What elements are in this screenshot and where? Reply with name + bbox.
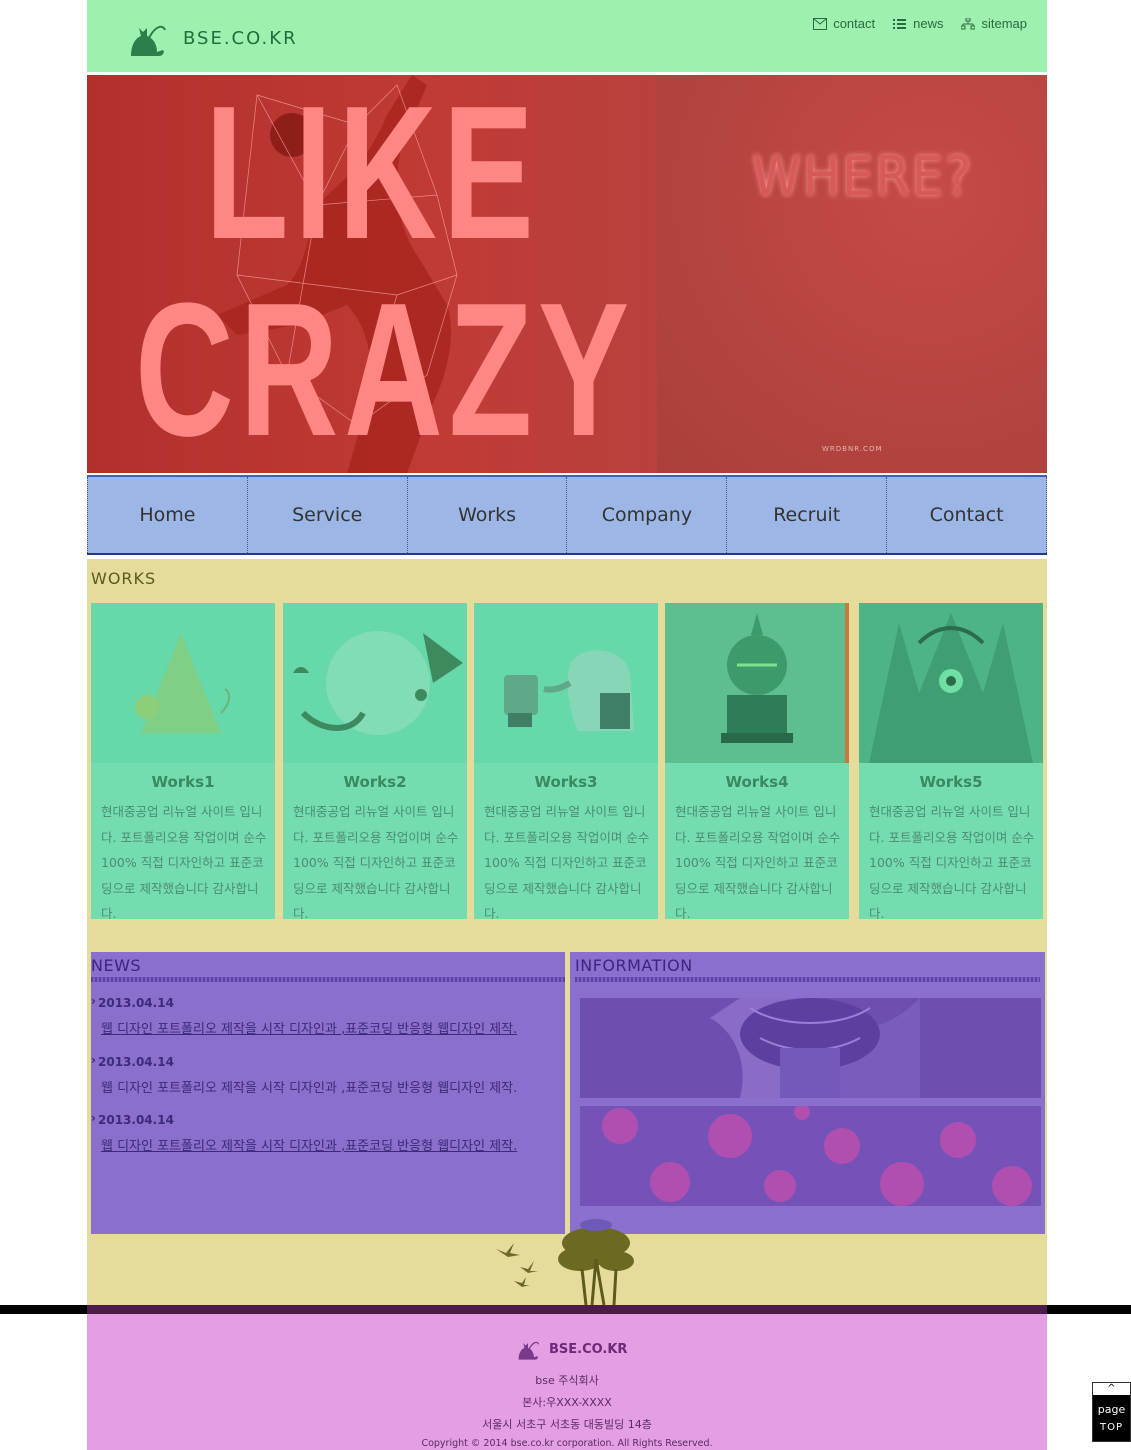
banner-right-panel bbox=[657, 75, 1047, 473]
work-description: 현대중공업 리뉴얼 사이트 입니다. 포트폴리오용 작업이며 순수 100% 직… bbox=[101, 804, 267, 919]
work-title: Works5 bbox=[919, 773, 983, 791]
work-title: Works2 bbox=[343, 773, 407, 791]
work-card-4[interactable]: Works4 현대중공업 리뉴얼 사이트 입니다. 포트폴리오용 작업이며 순수… bbox=[665, 603, 849, 919]
nav-item-recruit[interactable]: Recruit bbox=[727, 477, 888, 553]
footer-top-bar bbox=[0, 1305, 1131, 1314]
content-area: WORKS Works1 현대중공업 리뉴얼 사이트 입니다. 포트폴리오용 작… bbox=[87, 559, 1047, 1305]
sea-creature-image bbox=[293, 631, 463, 735]
work-thumbnail[interactable] bbox=[859, 603, 1043, 763]
site-logo[interactable]: BSE.CO.KR bbox=[125, 16, 345, 60]
site-footer: BSE.CO.KR bse 주식회사 본사:우XXX-XXXX 서울시 서초구 … bbox=[87, 1314, 1047, 1450]
contact-link[interactable]: contact bbox=[813, 16, 875, 31]
footer-logo-text: BSE.CO.KR bbox=[549, 1341, 628, 1357]
news-link[interactable]: 웹 디자인 포트폴리오 제작을 시작 디자인과 ,표준코딩 반응형 웹디자인 제… bbox=[91, 1018, 565, 1037]
footer-copyright: Copyright © 2014 bse.co.kr corporation. … bbox=[421, 1438, 713, 1449]
work-description: 현대중공업 리뉴얼 사이트 입니다. 포트폴리오용 작업이며 순수 100% 직… bbox=[484, 804, 650, 919]
news-item[interactable]: 2013.04.14 웹 디자인 포트폴리오 제작을 시작 디자인과 ,표준코딩… bbox=[91, 1111, 565, 1154]
abstract-flower-image bbox=[580, 998, 1041, 1098]
news-date: 2013.04.14 bbox=[91, 994, 565, 1010]
work-title: Works1 bbox=[151, 773, 215, 791]
news-divider bbox=[91, 977, 565, 982]
news-link[interactable]: 웹 디자인 포트폴리오 제작을 시작 디자인과 ,표준코딩 반응형 웹디자인 제… bbox=[91, 1135, 565, 1154]
work-card-1[interactable]: Works1 현대중공업 리뉴얼 사이트 입니다. 포트폴리오용 작업이며 순수… bbox=[91, 603, 275, 919]
sitemap-icon bbox=[961, 17, 976, 29]
footer-logo[interactable]: BSE.CO.KR bbox=[515, 1336, 627, 1362]
work-description: 현대중공업 리뉴얼 사이트 입니다. 포트폴리오용 작업이며 순수 100% 직… bbox=[293, 804, 459, 919]
work-title: Works3 bbox=[534, 773, 598, 791]
info-banner-1[interactable] bbox=[580, 998, 1041, 1098]
work-description: 현대중공업 리뉴얼 사이트 입니다. 포트폴리오용 작업이며 순수 100% 직… bbox=[869, 804, 1035, 919]
contact-link-label: contact bbox=[833, 16, 876, 31]
works-section-title: WORKS bbox=[91, 569, 157, 588]
information-divider bbox=[575, 977, 1040, 982]
nav-item-works[interactable]: Works bbox=[408, 477, 568, 553]
elephant-robot-image bbox=[504, 650, 634, 731]
news-item[interactable]: 2013.04.14 웹 디자인 포트폴리오 제작을 시작 디자인과 ,표준코딩… bbox=[91, 994, 565, 1037]
mountain-character-image bbox=[135, 633, 231, 733]
news-link-label: news bbox=[913, 16, 944, 31]
banner-heading-line2: CRAZY bbox=[135, 264, 635, 473]
caret-up-icon: ^ bbox=[1093, 1383, 1130, 1395]
news-link[interactable]: news bbox=[893, 16, 943, 31]
nav-item-service[interactable]: Service bbox=[248, 477, 408, 553]
monk-character-image bbox=[721, 603, 849, 763]
utility-links: contact news sitemap bbox=[813, 16, 1027, 31]
footer-top-bar-inner bbox=[87, 1305, 1047, 1314]
cat-logo-icon bbox=[518, 1341, 540, 1360]
nav-item-home[interactable]: Home bbox=[87, 477, 248, 553]
work-thumbnail[interactable] bbox=[474, 603, 658, 763]
list-icon bbox=[893, 18, 907, 29]
news-link[interactable]: 웹 디자인 포트폴리오 제작을 시작 디자인과 ,표준코딩 반응형 웹디자인 제… bbox=[91, 1077, 565, 1096]
main-banner: LIKE CRAZY WHERE? WRDBNR.COM bbox=[87, 75, 1047, 473]
info-banner-2[interactable] bbox=[580, 1106, 1041, 1206]
page-top-label: page bbox=[1097, 1403, 1126, 1416]
tree-birds-decoration bbox=[496, 1219, 634, 1305]
news-item[interactable]: 2013.04.14 웹 디자인 포트폴리오 제작을 시작 디자인과 ,표준코딩… bbox=[91, 1053, 565, 1096]
page-top-button[interactable]: ^ page TOP bbox=[1092, 1382, 1131, 1442]
mail-icon bbox=[813, 17, 828, 30]
mask-character-image bbox=[869, 613, 1033, 763]
nav-item-company[interactable]: Company bbox=[567, 477, 728, 553]
banner-credit: WRDBNR.COM bbox=[822, 445, 883, 453]
work-thumbnail[interactable] bbox=[665, 603, 849, 763]
news-date: 2013.04.14 bbox=[91, 1053, 565, 1069]
dandelion-pattern-image bbox=[580, 1106, 1041, 1206]
cat-logo-icon bbox=[131, 25, 166, 56]
logo-text: BSE.CO.KR bbox=[183, 27, 298, 49]
work-card-5[interactable]: Works5 현대중공업 리뉴얼 사이트 입니다. 포트폴리오용 작업이며 순수… bbox=[859, 603, 1043, 919]
site-header: BSE.CO.KR contact news sitemap bbox=[87, 0, 1047, 72]
banner-neon-text: WHERE? bbox=[752, 145, 974, 208]
work-description: 현대중공업 리뉴얼 사이트 입니다. 포트폴리오용 작업이며 순수 100% 직… bbox=[675, 804, 841, 919]
work-thumbnail[interactable] bbox=[91, 603, 275, 763]
work-thumbnail[interactable] bbox=[283, 603, 467, 763]
news-panel: NEWS 2013.04.14 웹 디자인 포트폴리오 제작을 시작 디자인과 … bbox=[91, 952, 565, 1234]
banner-heading-line1: LIKE bbox=[205, 75, 540, 279]
work-title: Works4 bbox=[725, 773, 789, 791]
information-section-title: INFORMATION bbox=[575, 956, 693, 975]
news-section-title: NEWS bbox=[91, 956, 142, 975]
page-top-label-box: page TOP bbox=[1093, 1395, 1130, 1441]
sitemap-link-label: sitemap bbox=[981, 16, 1027, 31]
nav-item-contact[interactable]: Contact bbox=[887, 477, 1047, 553]
news-date: 2013.04.14 bbox=[91, 1111, 565, 1127]
sitemap-link[interactable]: sitemap bbox=[961, 16, 1027, 31]
main-navigation: Home Service Works Company Recruit Conta… bbox=[87, 475, 1047, 555]
footer-company: bse 주식회사 bbox=[535, 1374, 599, 1387]
footer-hq: 본사:우XXX-XXXX bbox=[522, 1396, 612, 1409]
work-card-2[interactable]: Works2 현대중공업 리뉴얼 사이트 입니다. 포트폴리오용 작업이며 순수… bbox=[283, 603, 467, 919]
work-card-3[interactable]: Works3 현대중공업 리뉴얼 사이트 입니다. 포트폴리오용 작업이며 순수… bbox=[474, 603, 658, 919]
page-top-sublabel: TOP bbox=[1099, 1422, 1123, 1433]
footer-address: 서울시 서초구 서초동 대동빌딩 14층 bbox=[482, 1418, 652, 1431]
information-panel: INFORMATION bbox=[570, 952, 1045, 1234]
